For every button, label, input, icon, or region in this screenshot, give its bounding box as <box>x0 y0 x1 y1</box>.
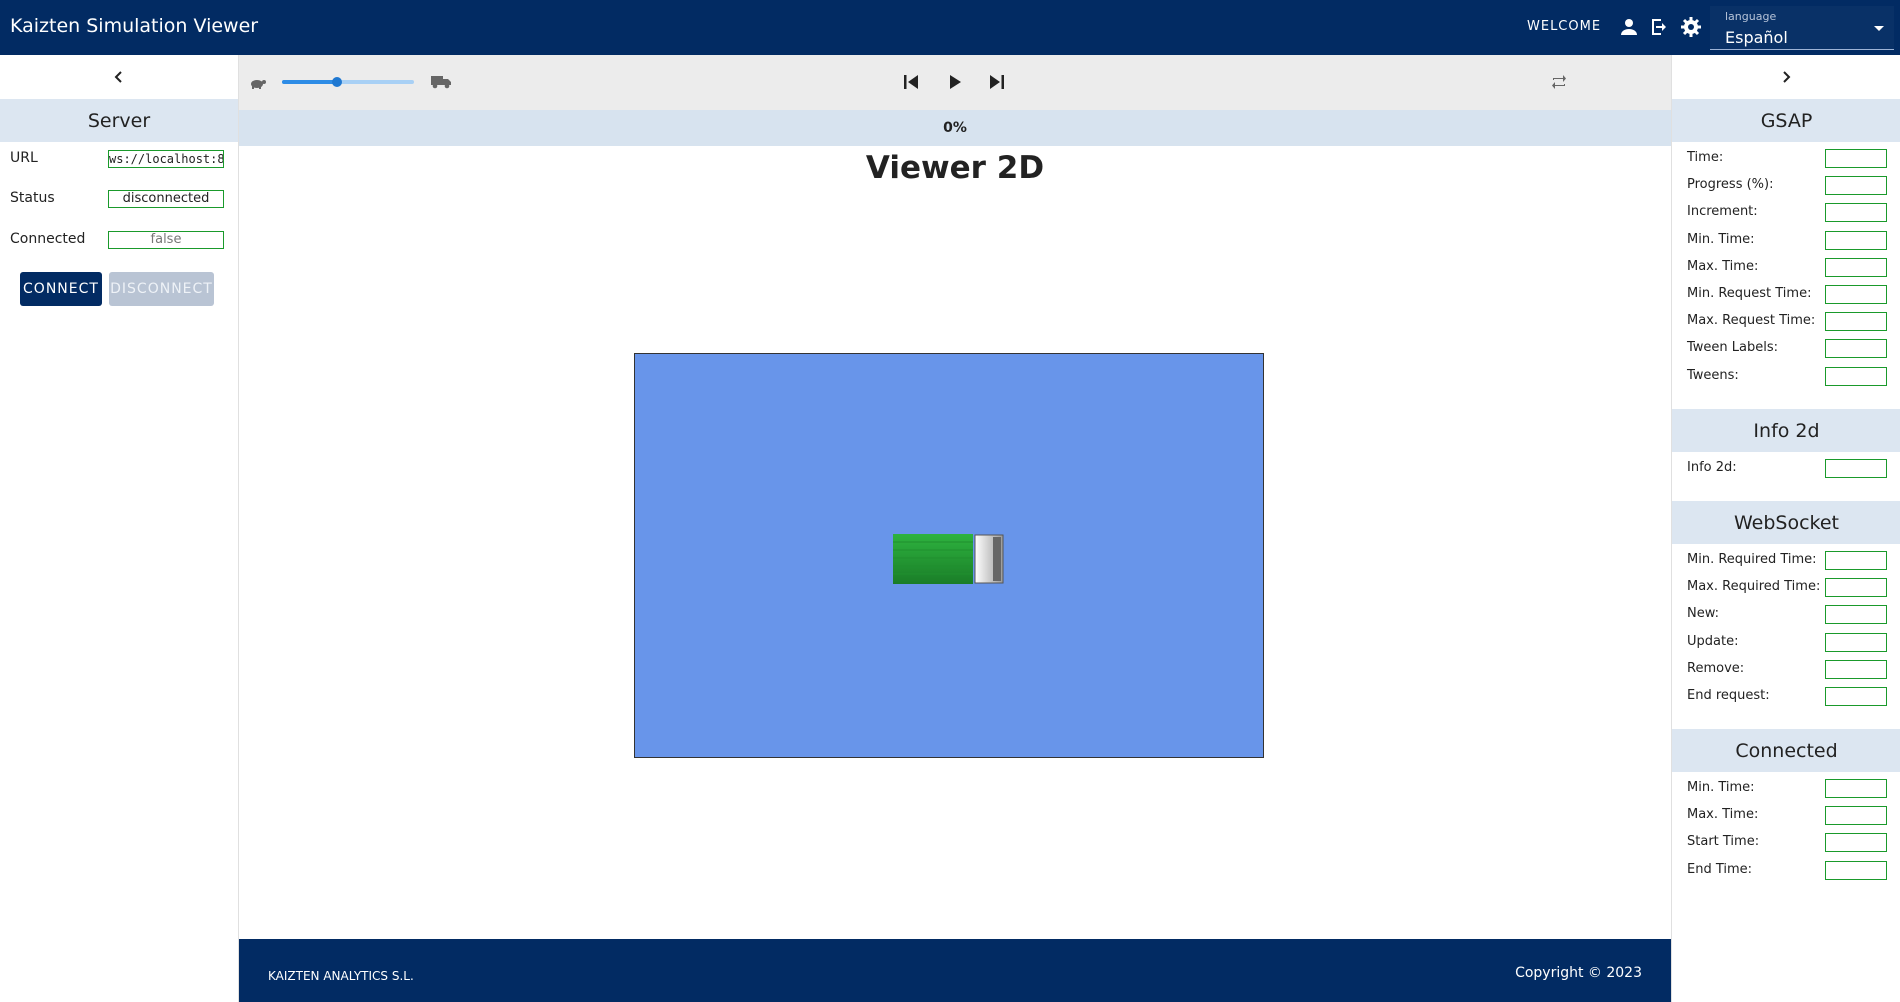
connected-field-label: End Time: <box>1687 861 1753 877</box>
connected-field: false <box>108 231 224 249</box>
info2d-field-value <box>1825 459 1887 478</box>
player-toolbar <box>239 55 1671 110</box>
gsap-field-value <box>1825 149 1887 168</box>
disconnect-button[interactable]: DISCONNECT <box>109 272 214 306</box>
websocket-field-label: End request: <box>1687 688 1770 703</box>
right-panel: GSAP Time: Progress (%): Increment: Min. Tim… <box>1671 55 1900 1002</box>
welcome-label[interactable]: WELCOME <box>1527 19 1601 34</box>
connected-field-label: Start Time: <box>1687 834 1760 850</box>
simulation-canvas[interactable] <box>634 353 1264 758</box>
left-panel: Server URL ws://localhost:8080 Status di… <box>0 55 239 1002</box>
collapse-left-button[interactable] <box>0 55 238 99</box>
chevron-down-icon <box>1874 26 1884 31</box>
connected-field-value <box>1825 806 1887 826</box>
gsap-section-title: GSAP <box>1672 99 1900 142</box>
gsap-field-value <box>1825 312 1887 332</box>
language-label: language <box>1725 10 1777 23</box>
gsap-field-label: Time: <box>1687 150 1724 165</box>
logout-icon[interactable] <box>1647 15 1671 39</box>
websocket-field-value <box>1825 578 1887 598</box>
gsap-field-value <box>1825 366 1887 386</box>
websocket-section-title: WebSocket <box>1672 501 1900 544</box>
app-title: Kaizten Simulation Viewer <box>10 15 259 37</box>
connected-field-value <box>1825 860 1887 880</box>
websocket-field-label: New: <box>1687 606 1720 622</box>
gsap-field-value <box>1825 203 1887 223</box>
gsap-field-value <box>1825 176 1887 196</box>
footer: KAIZTEN ANALYTICS S.L. Copyright © 2023 <box>239 939 1671 1002</box>
connected-field-label: Min. Time: <box>1687 780 1755 795</box>
gsap-field-label: Max. Time: <box>1687 258 1759 274</box>
websocket-field-label: Max. Required Time: <box>1687 579 1821 595</box>
language-value: Español <box>1725 28 1788 47</box>
info2d-field-label: Info 2d: <box>1687 460 1737 475</box>
viewer-title: Viewer 2D <box>865 150 1045 186</box>
play-icon[interactable] <box>945 72 965 96</box>
status-field: disconnected <box>108 190 224 208</box>
app-bar: Kaizten Simulation Viewer WELCOME langua… <box>0 0 1900 55</box>
chevron-right-icon <box>1783 71 1791 83</box>
collapse-right-button[interactable] <box>1672 55 1900 99</box>
gsap-field-value <box>1825 257 1887 277</box>
progress-text: 0% <box>943 120 967 136</box>
websocket-field-value <box>1825 632 1887 652</box>
gsap-field-value <box>1825 285 1887 304</box>
websocket-field-value <box>1825 687 1887 706</box>
settings-icon[interactable] <box>1679 15 1703 39</box>
speed-slider-thumb[interactable] <box>332 77 343 87</box>
connected-label: Connected <box>10 231 86 247</box>
websocket-field-label: Remove: <box>1687 660 1745 676</box>
websocket-field-label: Min. Required Time: <box>1687 552 1817 567</box>
connected-field-value <box>1825 779 1887 798</box>
info2d-section-title: Info 2d <box>1672 409 1900 452</box>
skip-next-icon[interactable] <box>987 72 1007 96</box>
footer-company: KAIZTEN ANALYTICS S.L. <box>268 969 414 983</box>
chevron-left-icon <box>114 71 122 83</box>
gsap-field-value <box>1825 339 1887 359</box>
language-select[interactable]: language Español <box>1710 6 1894 50</box>
truck-fast-icon <box>430 71 452 95</box>
account-icon[interactable] <box>1617 15 1641 39</box>
repeat-icon[interactable] <box>1549 72 1569 96</box>
footer-copyright: Copyright © 2023 <box>1515 965 1642 981</box>
url-field[interactable]: ws://localhost:8080 <box>108 150 224 168</box>
status-label: Status <box>10 190 55 206</box>
gsap-field-label: Min. Request Time: <box>1687 286 1812 301</box>
gsap-field-label: Progress (%): <box>1687 177 1774 193</box>
websocket-field-label: Update: <box>1687 633 1739 649</box>
speed-slider-fill <box>282 80 338 84</box>
progress-bar: 0% <box>239 110 1671 146</box>
websocket-field-value <box>1825 551 1887 570</box>
gsap-field-label: Max. Request Time: <box>1687 313 1816 329</box>
connected-section-title: Connected <box>1672 729 1900 772</box>
gsap-field-label: Tween Labels: <box>1687 340 1779 356</box>
turtle-slow-icon <box>248 72 268 96</box>
gsap-field-label: Increment: <box>1687 204 1758 220</box>
server-section-title: Server <box>0 99 238 142</box>
gsap-field-label: Tweens: <box>1687 367 1739 383</box>
websocket-field-value <box>1825 605 1887 625</box>
connected-field-value <box>1825 833 1887 853</box>
skip-previous-icon[interactable] <box>901 72 921 96</box>
truck-sprite <box>892 532 1008 590</box>
connect-button[interactable]: CONNECT <box>20 272 102 306</box>
speed-slider[interactable] <box>282 77 414 87</box>
gsap-field-value <box>1825 230 1887 250</box>
gsap-field-label: Min. Time: <box>1687 231 1755 247</box>
url-label: URL <box>10 150 38 166</box>
main-content: 0% Viewer 2D KAIZTEN ANALYTICS S.L. Copy… <box>239 55 1671 1002</box>
connected-field-label: Max. Time: <box>1687 807 1759 823</box>
websocket-field-value <box>1825 659 1887 679</box>
